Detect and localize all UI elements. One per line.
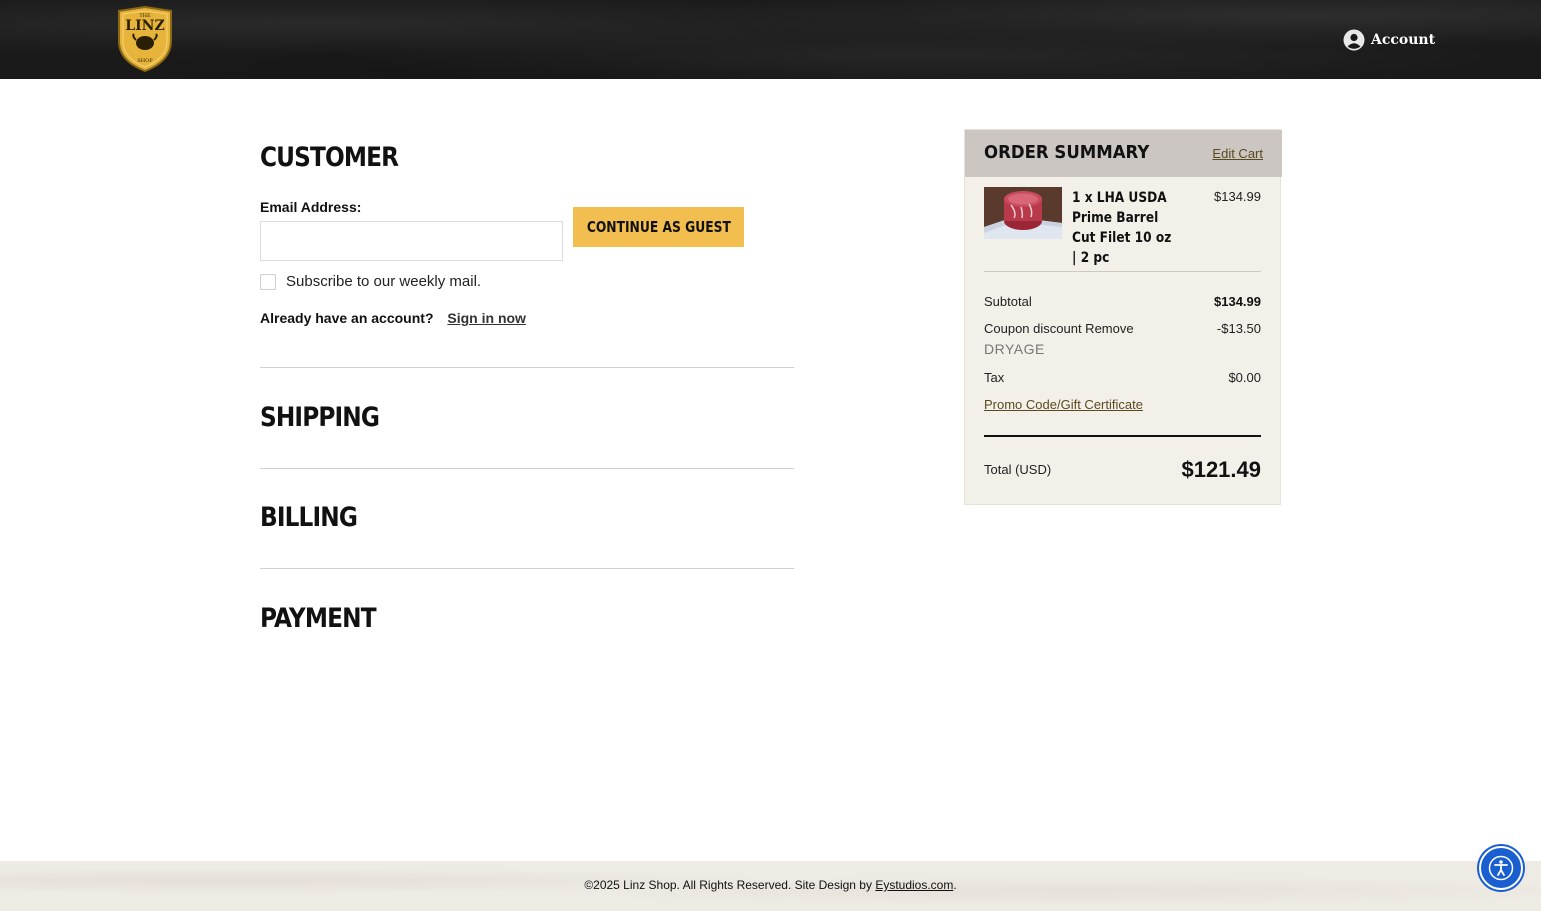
customer-section-title: CUSTOMER [260,142,399,173]
email-label: Email Address: [260,199,362,215]
svg-text:LINZ: LINZ [125,18,164,34]
user-circle-icon [1343,29,1365,51]
product-price: $134.99 [1214,189,1261,204]
section-divider [260,468,794,469]
footer-copyright-text: ©2025 Linz Shop. All Rights Reserved. Si… [584,878,876,892]
coupon-code: DRYAGE [984,341,1045,357]
payment-section-title[interactable]: PAYMENT [260,603,377,634]
signin-row: Already have an account? Sign in now [260,310,526,326]
linz-shop-logo[interactable]: THE LINZ SHOP [115,5,175,73]
summary-divider [984,271,1261,272]
edit-cart-link[interactable]: Edit Cart [1212,146,1263,161]
accessibility-button[interactable] [1479,846,1523,890]
continue-as-guest-button[interactable]: CONTINUE AS GUEST [573,207,744,247]
tax-label: Tax [984,370,1005,385]
footer-designer-link[interactable]: Eystudios.com [875,878,953,892]
sign-in-link[interactable]: Sign in now [447,310,526,326]
shipping-section-title[interactable]: SHIPPING [260,402,380,433]
account-label: Account [1371,32,1436,48]
summary-total-divider [984,435,1261,437]
site-footer: ©2025 Linz Shop. All Rights Reserved. Si… [0,861,1541,911]
product-name: 1 x LHA USDA Prime Barrel Cut Filet 10 o… [1072,190,1172,266]
order-summary: ORDER SUMMARY Edit Cart 1 x LHA USDA Pri… [964,129,1282,505]
accessibility-icon [1488,855,1514,881]
order-summary-header: ORDER SUMMARY Edit Cart [965,130,1282,177]
promo-code-link[interactable]: Promo Code/Gift Certificate [984,397,1143,412]
email-field[interactable] [260,221,563,261]
product-thumbnail [984,187,1062,239]
account-link[interactable]: Account [1343,28,1435,52]
coupon-label[interactable]: Coupon discount Remove [984,321,1134,336]
section-divider [260,367,794,368]
subtotal-label: Subtotal [984,294,1032,309]
subtotal-value: $134.99 [1214,294,1261,309]
shield-logo-icon: THE LINZ SHOP [118,5,172,73]
subscribe-checkbox[interactable] [260,273,276,290]
continue-as-guest-label: CONTINUE AS GUEST [586,218,731,236]
already-have-account-text: Already have an account? [260,310,434,326]
svg-text:SHOP: SHOP [137,58,153,64]
subscribe-label: Subscribe to our weekly mail. [286,273,482,290]
section-divider [260,568,794,569]
subscribe-option[interactable]: Subscribe to our weekly mail. [260,273,481,290]
order-summary-title: ORDER SUMMARY [984,142,1150,163]
coupon-value: -$13.50 [1216,321,1261,336]
tax-value: $0.00 [1228,370,1261,385]
site-header: THE LINZ SHOP Account [0,0,1541,79]
footer-suffix: . [953,878,957,892]
total-label: Total (USD) [984,462,1052,477]
total-value: $121.49 [1181,457,1261,482]
billing-section-title[interactable]: BILLING [260,502,358,533]
footer-copyright: ©2025 Linz Shop. All Rights Reserved. Si… [0,878,1541,892]
